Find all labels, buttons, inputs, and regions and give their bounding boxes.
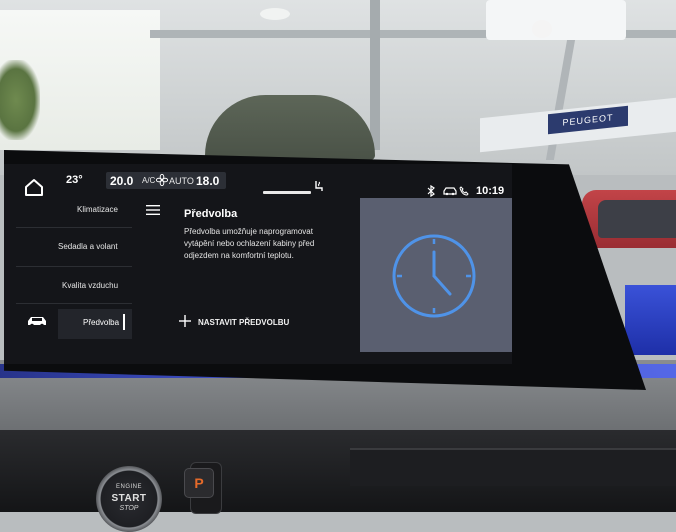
- air-vent: [350, 448, 676, 486]
- passenger-temperature: 18.0: [196, 174, 220, 188]
- content-description: Předvolba umožňuje naprogramovat vytápěn…: [184, 227, 315, 260]
- status-indicator-line: [263, 191, 311, 194]
- menu-divider: [16, 227, 132, 228]
- auto-mode-label: AUTO: [169, 176, 194, 186]
- fan-icon: [156, 174, 168, 186]
- start-button-label-bottom: STOP: [119, 505, 139, 512]
- menu-item-kvalita-vzduchu[interactable]: Kvalita vzduchu: [62, 281, 118, 290]
- car-status-icon: [443, 187, 457, 196]
- start-button-label-main: START: [111, 493, 147, 504]
- menu-item-sedadla[interactable]: Sedadla a volant: [58, 242, 118, 251]
- set-preset-button[interactable]: NASTAVIT PŘEDVOLBU: [198, 318, 289, 327]
- driver-temperature: 20.0: [110, 174, 134, 188]
- parking-button[interactable]: P: [184, 468, 214, 498]
- clock-icon: [392, 234, 476, 318]
- menu-item-klimatizace[interactable]: Klimatizace: [77, 205, 118, 214]
- plus-icon[interactable]: [179, 315, 191, 327]
- home-icon[interactable]: [24, 178, 44, 196]
- menu-divider: [16, 266, 132, 267]
- menu-divider: [16, 303, 132, 304]
- bluetooth-icon: [427, 185, 435, 197]
- skylight: [486, 0, 626, 40]
- menu-item-predvolba-label: Předvolba: [83, 318, 120, 327]
- clock-time: 10:19: [476, 185, 505, 197]
- ambient-light-right: [625, 285, 676, 355]
- ceiling-light: [260, 8, 290, 20]
- car-icon[interactable]: [26, 314, 48, 328]
- hamburger-icon[interactable]: [146, 204, 160, 216]
- ceiling-column: [370, 0, 380, 150]
- seat-heat-icon[interactable]: [313, 180, 325, 192]
- menu-active-indicator: [123, 314, 125, 330]
- tree-outside: [0, 60, 40, 140]
- red-car-window: [598, 200, 676, 238]
- ceiling-fan: [532, 20, 552, 38]
- ac-label: A/C: [142, 176, 156, 185]
- phone-icon: [459, 186, 469, 196]
- content-title: Předvolba: [184, 208, 238, 220]
- outside-temperature: 23°: [66, 174, 83, 186]
- start-button-label-top: ENGINE: [115, 484, 142, 490]
